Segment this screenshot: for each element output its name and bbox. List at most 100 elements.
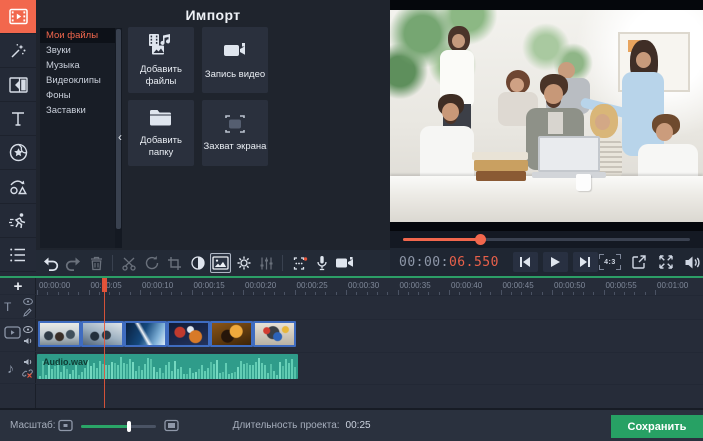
seek-bar-row [390,231,703,248]
zoom-out-frame-icon [58,419,73,432]
project-duration-label: Длительность проекта: [233,420,340,431]
sidebar-item-callouts[interactable] [0,170,36,204]
crop-button[interactable] [164,253,185,273]
person [442,103,459,121]
callout-shapes-icon [9,178,28,196]
person [510,78,524,92]
timeline-video-clip-1[interactable] [38,321,81,347]
settings-button[interactable] [233,253,254,273]
title-track-visibility-toggle[interactable] [22,297,33,306]
add-track-button[interactable]: + [0,278,36,295]
category-sounds[interactable]: Звуки [40,43,115,58]
ruler-label: 00:00:40 [451,281,482,290]
volume-button[interactable] [683,253,703,271]
toolbar-separator [112,255,113,271]
category-music[interactable]: Музыка [40,58,115,73]
sidebar-item-filters[interactable] [0,34,36,68]
sidebar-item-animation[interactable] [0,204,36,238]
playback-controls: 00:00:06.550 4:3 [390,248,703,276]
fullscreen-expand-icon [658,254,674,270]
toolbar-separator [282,255,283,271]
sticker-star-icon [9,143,28,162]
sidebar-item-titles[interactable] [0,102,36,136]
play-button[interactable] [543,252,568,272]
timecode-prefix: 00:00: [399,255,449,270]
record-video-button[interactable]: Запись видео [202,27,268,93]
image-properties-icon [212,256,229,270]
record-audio-button[interactable] [311,253,332,273]
ruler-label: 00:00:30 [348,281,379,290]
person [636,52,651,68]
seek-handle[interactable] [475,234,486,245]
sliders-icon [259,256,274,271]
record-video-label: Запись видео [205,69,265,81]
color-adjustments-button[interactable] [187,253,208,273]
clip-properties-button[interactable] [210,253,231,273]
delete-clip-button[interactable] [86,253,107,273]
timeline-zoom-label: Масштаб: [10,420,56,431]
sidebar-item-media-import[interactable] [0,0,36,34]
ruler-label: 00:00:10 [142,281,173,290]
timeline-zoom-slider[interactable] [81,420,156,432]
add-files-button[interactable]: Добавить файлы [128,27,194,93]
coffee-mug [576,174,591,191]
sidebar-item-more-tools[interactable] [0,238,36,272]
zoom-out-button[interactable] [58,419,73,432]
rotate-button[interactable] [141,253,162,273]
zoom-slider-handle[interactable] [127,421,131,432]
seek-bar[interactable] [403,238,690,241]
ruler-label: 00:01:00 [657,281,688,290]
aspect-ratio-value: 4:3 [604,259,616,266]
person [544,84,563,104]
category-my-files[interactable]: Мои файлы [40,28,115,43]
audio-levels-button[interactable] [256,253,277,273]
category-video-clips[interactable]: Видеоклипы [40,73,115,88]
zoom-in-frame-icon [164,419,179,432]
video-track-mute-toggle[interactable] [22,336,33,345]
timeline-video-clip-2[interactable] [81,321,124,347]
screen-capture-button[interactable]: Захват экрана [202,100,268,166]
project-duration-value: 00:25 [346,420,371,431]
eye-icon [23,326,33,333]
play-icon [549,256,561,268]
camcorder-icon [335,256,354,270]
playhead-line [104,278,105,408]
speaker-icon [23,358,33,366]
aspect-ratio-button[interactable]: 4:3 [598,253,622,271]
sidebar-item-transitions[interactable] [0,68,36,102]
timeline-video-clip-3[interactable] [124,321,167,347]
sidebar-item-stickers[interactable] [0,136,36,170]
category-intros[interactable]: Заставки [40,103,115,118]
zoom-in-button[interactable] [164,419,179,432]
timeline-video-clip-6[interactable] [253,321,296,347]
undo-button[interactable] [40,253,61,273]
next-frame-button[interactable] [573,252,598,272]
list-menu-icon [9,247,27,263]
timeline-audio-clip[interactable]: Audio.wav [37,354,298,379]
video-track-visibility-toggle[interactable] [22,325,33,334]
split-clip-button[interactable] [118,253,139,273]
add-files-label: Добавить файлы [129,64,193,88]
magic-wand-icon [9,42,27,60]
webcam-capture-button[interactable] [334,253,355,273]
category-backgrounds[interactable]: Фоны [40,88,115,103]
speaker-icon [23,337,33,345]
audio-track-mute-toggle[interactable] [22,358,33,367]
timeline-video-clip-5[interactable] [210,321,253,347]
save-button[interactable]: Сохранить [611,415,703,438]
eye-icon [23,298,33,305]
fullscreen-button[interactable] [656,253,676,271]
screen-record-button[interactable] [288,253,309,273]
ruler-label: 00:00:35 [400,281,431,290]
redo-button[interactable] [63,253,84,273]
track-headers: + T [0,278,36,408]
export-frame-button[interactable] [629,253,649,271]
video-camera-icon [220,39,250,63]
collapse-panel-button[interactable]: ‹ [114,126,126,148]
title-track-edit-button[interactable] [22,308,33,317]
timeline-video-clip-4[interactable] [167,321,210,347]
previous-frame-button[interactable] [513,252,538,272]
add-folder-button[interactable]: Добавить папку [128,100,194,166]
audio-track-unlink-toggle[interactable] [22,369,33,378]
video-track-header [0,319,36,352]
